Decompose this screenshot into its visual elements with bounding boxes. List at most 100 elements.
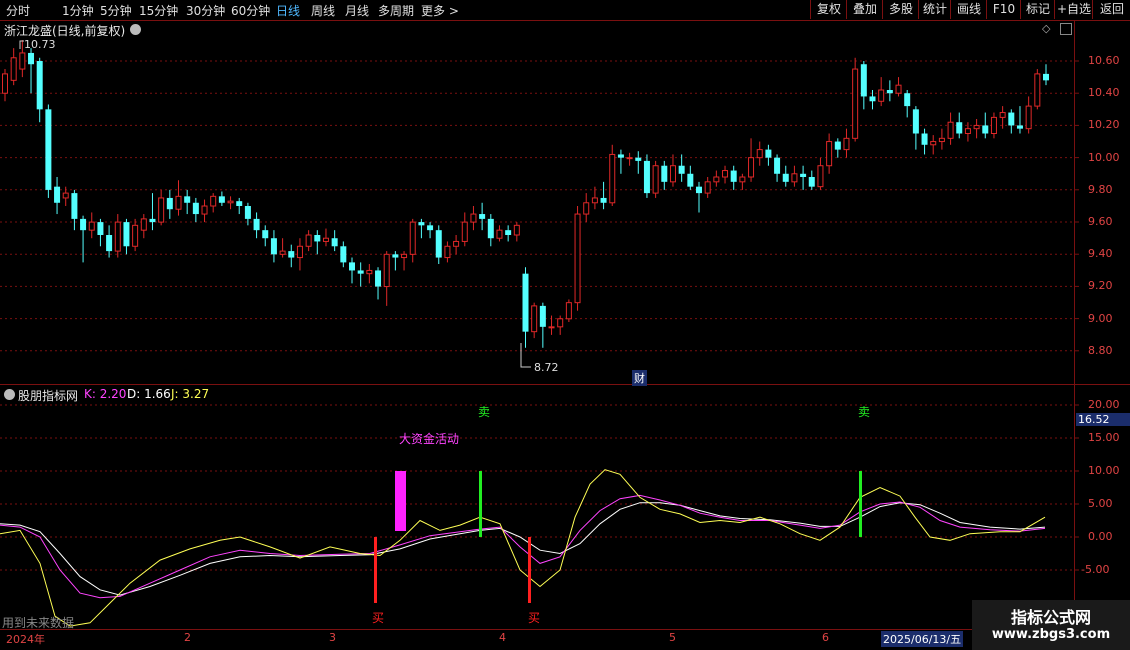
candle-body-down: [45, 109, 52, 190]
candle-body-up: [19, 52, 26, 70]
finance-marker[interactable]: 财: [632, 370, 647, 386]
candle-body-down: [123, 222, 130, 247]
buy-bar-2: [528, 537, 531, 603]
candle-body-up: [938, 137, 945, 143]
candle-body-down: [392, 254, 399, 258]
candle-body-down: [80, 218, 87, 231]
candle-body-down: [1008, 112, 1015, 126]
candle-body-up: [852, 68, 859, 139]
candle-body-up: [791, 173, 798, 183]
j-value: J: 3.27: [171, 387, 210, 401]
candle-body-up: [591, 197, 598, 204]
candle-body-up: [453, 240, 460, 247]
candle-body-up: [895, 84, 902, 94]
price-axis-label: 9.20: [1088, 279, 1113, 293]
candle-body-down: [886, 90, 893, 94]
buy-signal-label-1: 买: [372, 611, 385, 625]
candle-body-down: [600, 197, 607, 203]
candle-body-up: [739, 176, 746, 183]
candle-body-up: [88, 221, 95, 231]
stock-title: 浙江龙盛(日线,前复权): [4, 24, 126, 38]
candle-body-down: [730, 170, 737, 182]
candle-body-up: [296, 245, 303, 259]
candle-body-down: [921, 133, 928, 145]
candle-body-down: [418, 222, 425, 226]
big-money-bar: [395, 471, 406, 531]
candle-body-down: [539, 305, 546, 327]
indicator-axis-label: -5.00: [1081, 563, 1110, 576]
price-axis-label: 10.00: [1088, 150, 1120, 164]
candle-body-down: [427, 225, 434, 231]
price-axis-label: 10.60: [1088, 54, 1120, 67]
buy-bar-1: [374, 537, 377, 603]
candle-body-up: [964, 128, 971, 135]
candle-body-up: [1025, 105, 1032, 130]
indicator-axis-label: 10.00: [1088, 464, 1120, 477]
indicator-axis-label: 20.00: [1088, 398, 1120, 411]
candle-body-down: [71, 193, 78, 219]
candle-body-up: [817, 165, 824, 188]
candle-body-down: [678, 165, 685, 174]
indicator-axis-label: 0.00: [1088, 530, 1113, 543]
candle-body-down: [349, 262, 355, 271]
watermark-title: 指标公式网: [1010, 608, 1091, 627]
candle-body-down: [184, 196, 191, 203]
candle-body-up: [947, 121, 954, 139]
high-price-label: 10.73: [24, 38, 56, 51]
candle-body-up: [722, 170, 729, 178]
candle-body-up: [2, 73, 8, 94]
candle-body-down: [635, 157, 642, 161]
k-line: [0, 494, 1046, 599]
candle-body-up: [401, 253, 408, 259]
candle-body-up: [669, 165, 676, 183]
time-axis-label: 3: [329, 631, 336, 644]
candle-body-up: [990, 116, 997, 134]
candle-body-up: [574, 213, 581, 304]
candle-body-down: [166, 197, 173, 210]
price-axis-label: 10.20: [1088, 118, 1120, 132]
candle-body-up: [652, 165, 659, 194]
candle-body-up: [756, 149, 763, 159]
candle-body-down: [782, 173, 789, 182]
candle-body-up: [409, 221, 416, 255]
candle-body-up: [383, 253, 390, 288]
candle-body-down: [617, 154, 624, 158]
candle-body-down: [244, 206, 251, 219]
candle-body-down: [687, 173, 694, 187]
candle-body-down: [774, 157, 781, 174]
candle-body-down: [696, 186, 702, 194]
candle-body-down: [1043, 73, 1049, 81]
candle-body-up: [461, 221, 468, 242]
candle-body-up: [470, 213, 477, 223]
candle-body-down: [904, 93, 911, 107]
candle-body-down: [834, 141, 841, 150]
candle-body-down: [236, 201, 243, 206]
candle-body-down: [479, 214, 486, 219]
candle-body-down: [340, 246, 347, 263]
current-value-badge: 16.52: [1076, 413, 1130, 426]
indicator-name: 股朋指标网: [18, 389, 79, 403]
candle-body-up: [210, 195, 217, 207]
time-axis-label: 5: [669, 631, 676, 644]
price-axis-label: 10.40: [1088, 86, 1120, 100]
candle-body-down: [97, 222, 104, 235]
watermark-logo: 指标公式网 www.zbgs3.com: [972, 600, 1130, 650]
candle-body-up: [748, 157, 755, 178]
candle-body-up: [531, 305, 538, 333]
stock-menu-icon[interactable]: [130, 24, 141, 35]
candle-body-up: [513, 224, 520, 236]
candle-body-up: [826, 141, 833, 167]
indicator-menu-icon[interactable]: [4, 389, 15, 400]
time-axis-label: 6: [822, 631, 829, 644]
indicator-axis-label: 15.00: [1088, 431, 1120, 444]
candle-body-down: [869, 96, 876, 102]
candle-body-up: [158, 197, 165, 223]
candle-body-up: [713, 176, 720, 183]
price-axis-label: 9.40: [1088, 247, 1113, 261]
panel-toggle-icon[interactable]: [1060, 23, 1072, 35]
candle-body-down: [54, 186, 61, 203]
candle-body-up: [548, 326, 555, 329]
k-value: K: 2.20: [84, 387, 127, 401]
candle-body-down: [270, 238, 277, 255]
diamond-icon[interactable]: ◇: [1042, 22, 1050, 35]
